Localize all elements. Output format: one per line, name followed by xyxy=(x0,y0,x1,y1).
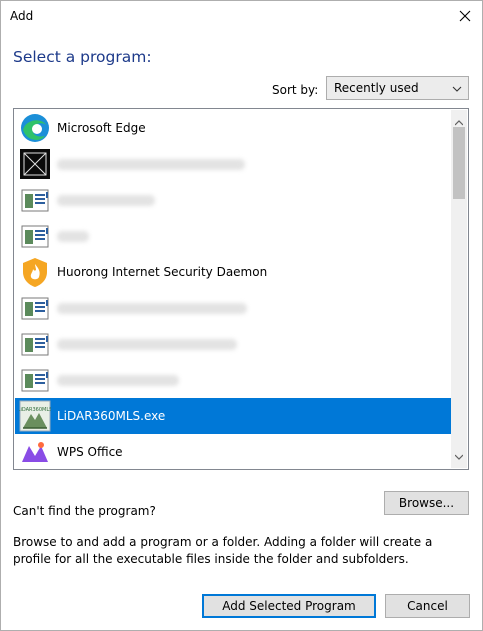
svg-text:LiDAR360MLS: LiDAR360MLS xyxy=(19,407,51,413)
scroll-down-icon[interactable] xyxy=(454,449,464,463)
redacted-label xyxy=(57,231,89,242)
cant-find-label: Can't find the program? xyxy=(13,504,156,518)
redacted-label xyxy=(57,375,179,386)
description-text: Browse to and add a program or a folder.… xyxy=(13,535,433,566)
title-bar: Add xyxy=(1,1,482,31)
edge-icon xyxy=(19,112,51,144)
wps-office-icon xyxy=(19,436,51,468)
redacted-label xyxy=(57,159,245,170)
list-item[interactable]: Microsoft Edge xyxy=(15,110,452,146)
page-title: Select a program: xyxy=(13,48,152,66)
cancel-button[interactable]: Cancel xyxy=(385,594,470,618)
generic-app-icon xyxy=(19,184,51,216)
program-label: LiDAR360MLS.exe xyxy=(57,409,166,423)
list-item[interactable] xyxy=(15,182,452,218)
list-item[interactable] xyxy=(15,146,452,182)
program-label: Microsoft Edge xyxy=(57,121,146,135)
program-label: Huorong Internet Security Daemon xyxy=(57,265,268,279)
browse-button[interactable]: Browse... xyxy=(384,491,469,515)
list-item[interactable] xyxy=(15,326,452,362)
add-selected-program-button[interactable]: Add Selected Program xyxy=(202,594,376,618)
program-list[interactable]: Microsoft Edge Huorong Internet Security… xyxy=(13,108,469,470)
redacted-label xyxy=(57,303,247,314)
list-item[interactable] xyxy=(15,362,452,398)
huorong-shield-icon xyxy=(19,256,51,288)
vertical-scrollbar[interactable] xyxy=(451,110,467,468)
generic-app-icon xyxy=(19,328,51,360)
blank-app-icon xyxy=(19,148,51,180)
window-title: Add xyxy=(10,9,34,23)
scrollbar-thumb[interactable] xyxy=(453,127,465,199)
redacted-label xyxy=(57,195,155,206)
list-item-selected[interactable]: LiDAR360MLS LiDAR360MLS.exe xyxy=(15,398,452,434)
chevron-down-icon xyxy=(452,83,462,97)
sort-by-value: Recently used xyxy=(334,81,419,95)
program-label: WPS Office xyxy=(57,445,123,459)
lidar360mls-icon: LiDAR360MLS xyxy=(18,400,52,432)
sort-by-dropdown[interactable]: Recently used xyxy=(326,76,469,100)
generic-app-icon xyxy=(19,220,51,252)
close-icon[interactable] xyxy=(454,5,476,27)
redacted-label xyxy=(57,339,237,350)
list-item[interactable]: WPS Office xyxy=(15,434,452,469)
list-item[interactable] xyxy=(15,218,452,254)
list-item[interactable] xyxy=(15,290,452,326)
add-program-dialog: Add Select a program: Sort by: Recently … xyxy=(0,0,483,631)
generic-app-icon xyxy=(19,292,51,324)
sort-by-label: Sort by: xyxy=(272,83,319,97)
generic-app-icon xyxy=(19,364,51,396)
list-item[interactable]: Huorong Internet Security Daemon xyxy=(15,254,452,290)
